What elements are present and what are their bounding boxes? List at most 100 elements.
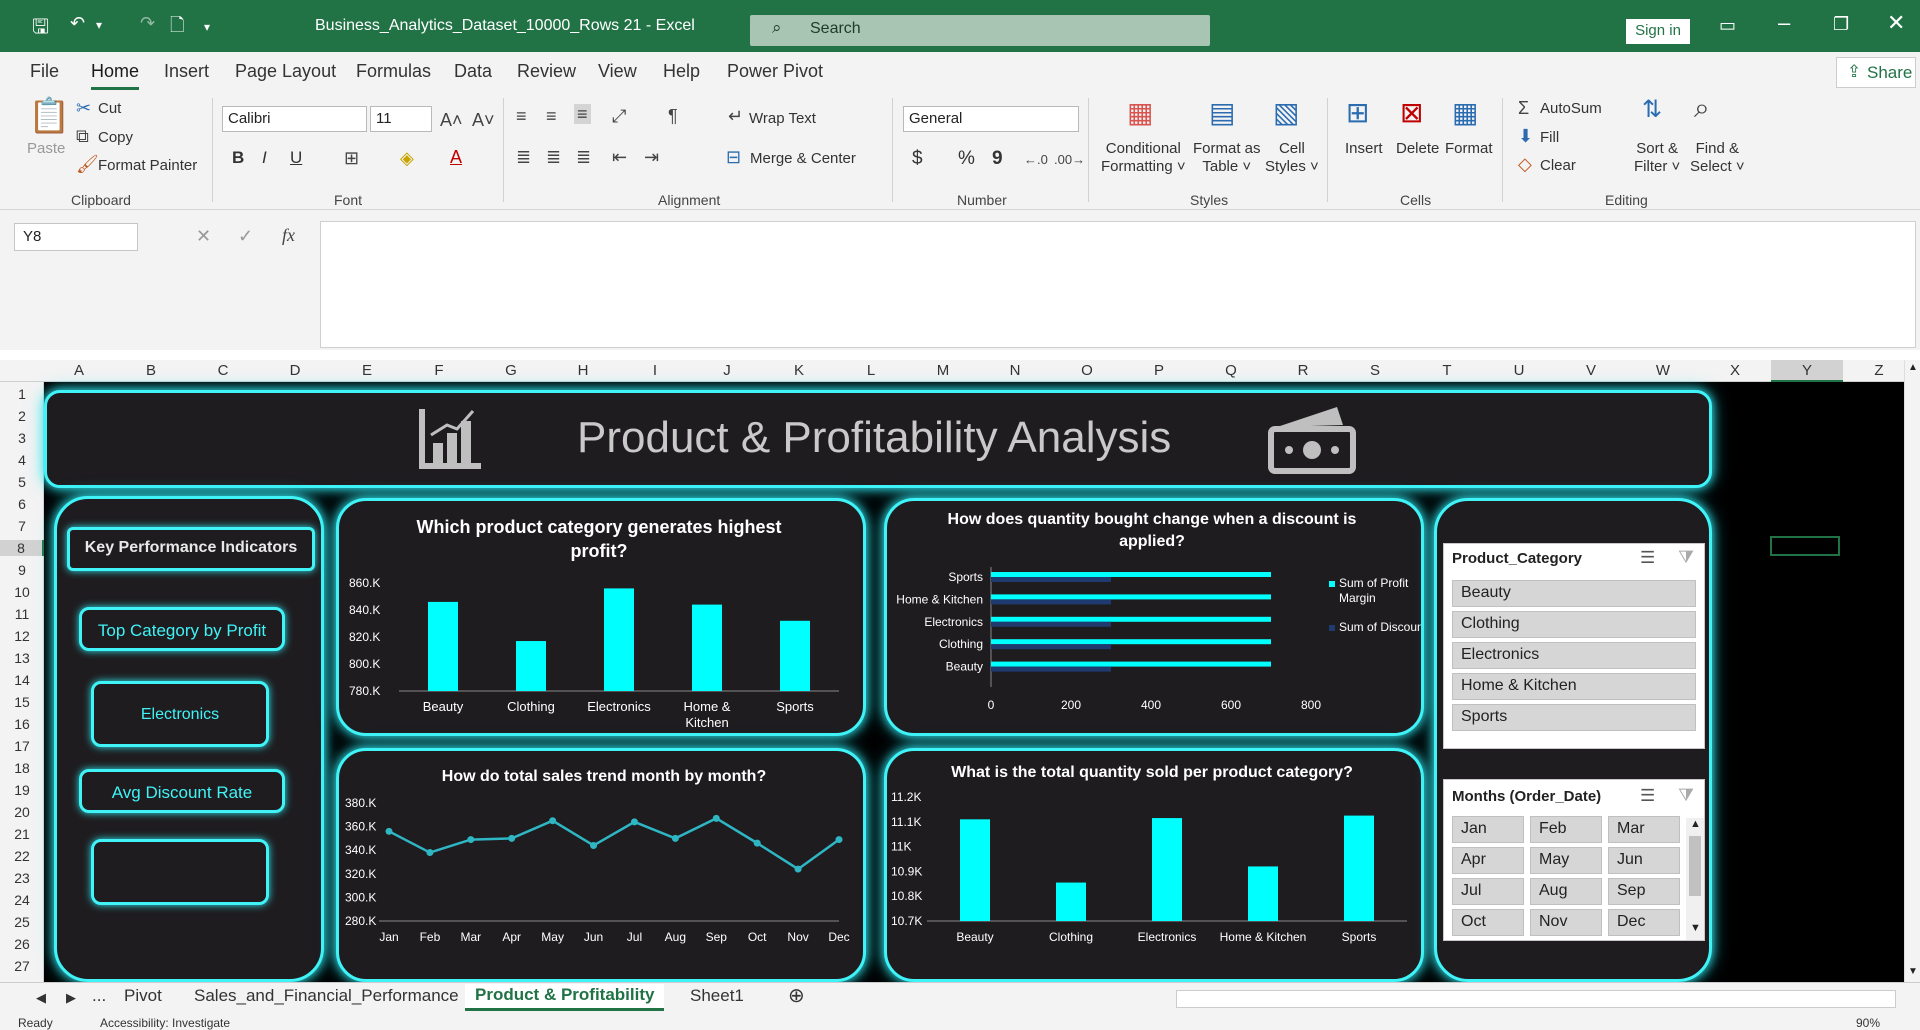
cancel-icon[interactable]: ✕: [196, 226, 211, 246]
tab-review[interactable]: Review: [517, 61, 576, 82]
accessibility-status[interactable]: Accessibility: Investigate: [100, 1016, 230, 1030]
tab-page-layout[interactable]: Page Layout: [235, 61, 336, 82]
find-select-button[interactable]: Find & Select ˅: [1690, 140, 1745, 176]
name-box[interactable]: Y8: [14, 223, 138, 251]
row-header-2[interactable]: 2: [0, 408, 44, 424]
underline-button[interactable]: U: [290, 148, 302, 168]
merge-center-button[interactable]: Merge & Center: [750, 150, 856, 167]
undo-icon[interactable]: ↶: [70, 13, 85, 34]
row-header-10[interactable]: 10: [0, 584, 44, 600]
category-slicer-item[interactable]: Home & Kitchen: [1452, 673, 1696, 700]
month-slicer-item[interactable]: Oct: [1452, 909, 1524, 936]
column-header-T[interactable]: T: [1411, 362, 1483, 379]
font-name-combo[interactable]: Calibri: [222, 106, 367, 132]
multi-select-icon[interactable]: ☰: [1640, 548, 1655, 568]
find-select-icon[interactable]: ⌕: [1694, 94, 1710, 122]
horizontal-scrollbar[interactable]: [1176, 990, 1896, 1008]
category-slicer-item[interactable]: Sports: [1452, 704, 1696, 731]
format-as-table-icon[interactable]: ▤: [1209, 98, 1235, 128]
column-header-O[interactable]: O: [1051, 362, 1123, 379]
category-slicer-item[interactable]: Electronics: [1452, 642, 1696, 669]
row-header-16[interactable]: 16: [0, 716, 44, 732]
row-header-11[interactable]: 11: [0, 606, 44, 622]
percent-button[interactable]: %: [958, 148, 975, 170]
month-slicer-item[interactable]: Sep: [1608, 878, 1680, 905]
font-size-combo[interactable]: 11: [370, 106, 432, 132]
enter-icon[interactable]: ✓: [238, 226, 253, 246]
column-header-V[interactable]: V: [1555, 362, 1627, 379]
cut-button[interactable]: Cut: [98, 100, 121, 117]
category-slicer-item[interactable]: Beauty: [1452, 580, 1696, 607]
column-header-U[interactable]: U: [1483, 362, 1555, 379]
column-header-G[interactable]: G: [475, 362, 547, 379]
month-slicer-item[interactable]: May: [1530, 847, 1602, 874]
column-header-F[interactable]: F: [403, 362, 475, 379]
align-left-icon[interactable]: ≣: [516, 147, 531, 167]
increase-decimal-icon[interactable]: ←.0: [1024, 150, 1048, 170]
scroll-up-icon[interactable]: ▲: [1690, 818, 1701, 830]
months-clear-filter-icon[interactable]: ⧩: [1678, 785, 1694, 806]
row-header-21[interactable]: 21: [0, 826, 44, 842]
merge-center-icon[interactable]: ⊟: [726, 147, 741, 167]
sort-filter-icon[interactable]: ⇅: [1642, 98, 1662, 122]
autosum-button[interactable]: AutoSum: [1540, 100, 1602, 117]
clear-filter-icon[interactable]: ⧩: [1678, 547, 1694, 568]
column-header-E[interactable]: E: [331, 362, 403, 379]
scroll-down-icon[interactable]: ▼: [1690, 922, 1701, 934]
delete-cells-icon[interactable]: ⊠: [1400, 98, 1423, 128]
cut-icon[interactable]: ✂: [76, 98, 91, 118]
scroll-up-arrow-icon[interactable]: ▲: [1908, 362, 1918, 373]
column-header-S[interactable]: S: [1339, 362, 1411, 379]
tab-home[interactable]: Home: [91, 61, 140, 90]
sort-filter-button[interactable]: Sort & Filter ˅: [1634, 140, 1680, 176]
row-header-23[interactable]: 23: [0, 870, 44, 886]
clear-icon[interactable]: ◇: [1518, 154, 1532, 174]
align-middle-icon[interactable]: ≡: [546, 106, 557, 126]
row-header-4[interactable]: 4: [0, 452, 44, 468]
row-header-6[interactable]: 6: [0, 496, 44, 512]
row-header-27[interactable]: 27: [0, 958, 44, 974]
autosum-icon[interactable]: Σ: [1518, 98, 1529, 118]
row-header-18[interactable]: 18: [0, 760, 44, 776]
row-header-5[interactable]: 5: [0, 474, 44, 490]
align-top-icon[interactable]: ≡: [516, 106, 527, 126]
conditional-formatting-icon[interactable]: ▦: [1127, 98, 1153, 128]
format-painter-icon[interactable]: 🖌: [76, 154, 99, 174]
cell-styles-button[interactable]: Cell Styles ˅: [1265, 140, 1319, 176]
row-header-12[interactable]: 12: [0, 628, 44, 644]
tab-power-pivot[interactable]: Power Pivot: [727, 61, 823, 82]
cell-styles-icon[interactable]: ▧: [1273, 98, 1299, 128]
row-header-14[interactable]: 14: [0, 672, 44, 688]
row-header-8[interactable]: 8: [0, 540, 44, 556]
clear-button[interactable]: Clear: [1540, 157, 1576, 174]
insert-function-icon[interactable]: fx: [282, 225, 295, 245]
comma-button[interactable]: 9: [992, 148, 1003, 170]
currency-button[interactable]: $: [912, 148, 923, 170]
format-as-table-button[interactable]: Format as Table ˅: [1193, 140, 1261, 176]
italic-button[interactable]: I: [262, 148, 267, 168]
month-slicer-item[interactable]: Jan: [1452, 816, 1524, 843]
text-direction-icon[interactable]: ¶: [668, 106, 678, 126]
save-icon[interactable]: 🖫: [32, 12, 49, 46]
selected-cell[interactable]: [1770, 536, 1840, 556]
decrease-font-icon[interactable]: A˅: [472, 110, 495, 130]
month-slicer-item[interactable]: Jul: [1452, 878, 1524, 905]
search-box[interactable]: ⌕ Search: [750, 15, 1210, 46]
column-header-M[interactable]: M: [907, 362, 979, 379]
wrap-text-icon[interactable]: ↵: [728, 106, 743, 126]
row-header-19[interactable]: 19: [0, 782, 44, 798]
row-header-17[interactable]: 17: [0, 738, 44, 754]
fill-color-icon[interactable]: ◈: [400, 148, 414, 168]
tab-data[interactable]: Data: [454, 61, 492, 82]
sheet-tab-sheet1[interactable]: Sheet1: [690, 986, 744, 1006]
paste-button[interactable]: Paste: [27, 140, 65, 157]
font-color-icon[interactable]: A: [450, 147, 462, 167]
column-header-H[interactable]: H: [547, 362, 619, 379]
row-header-1[interactable]: 1: [0, 386, 44, 402]
column-header-Q[interactable]: Q: [1195, 362, 1267, 379]
increase-font-icon[interactable]: A˄: [440, 110, 463, 130]
ribbon-display-icon[interactable]: ▭: [1719, 15, 1736, 36]
paste-icon[interactable]: 📋: [28, 98, 70, 134]
scroll-down-arrow-icon[interactable]: ▼: [1908, 966, 1918, 977]
sheet-tab-product-profitability[interactable]: Product & Profitability: [465, 984, 665, 1011]
